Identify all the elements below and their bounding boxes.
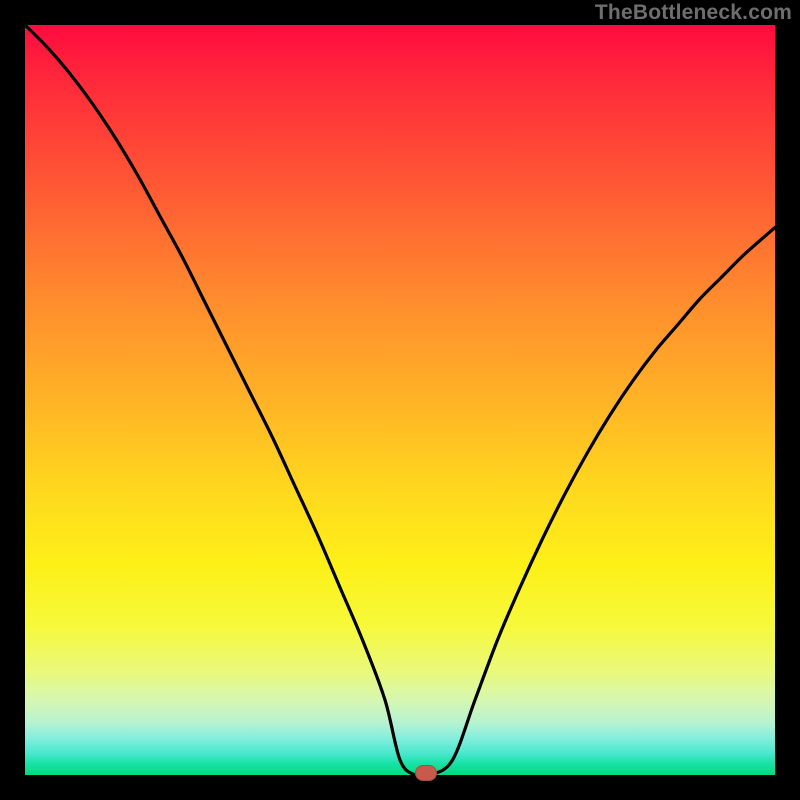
curve-path (25, 25, 775, 775)
trough-marker (415, 765, 437, 781)
chart-frame: TheBottleneck.com (0, 0, 800, 800)
plot-area (25, 25, 775, 775)
bottleneck-curve (25, 25, 775, 775)
watermark-text: TheBottleneck.com (595, 1, 792, 25)
